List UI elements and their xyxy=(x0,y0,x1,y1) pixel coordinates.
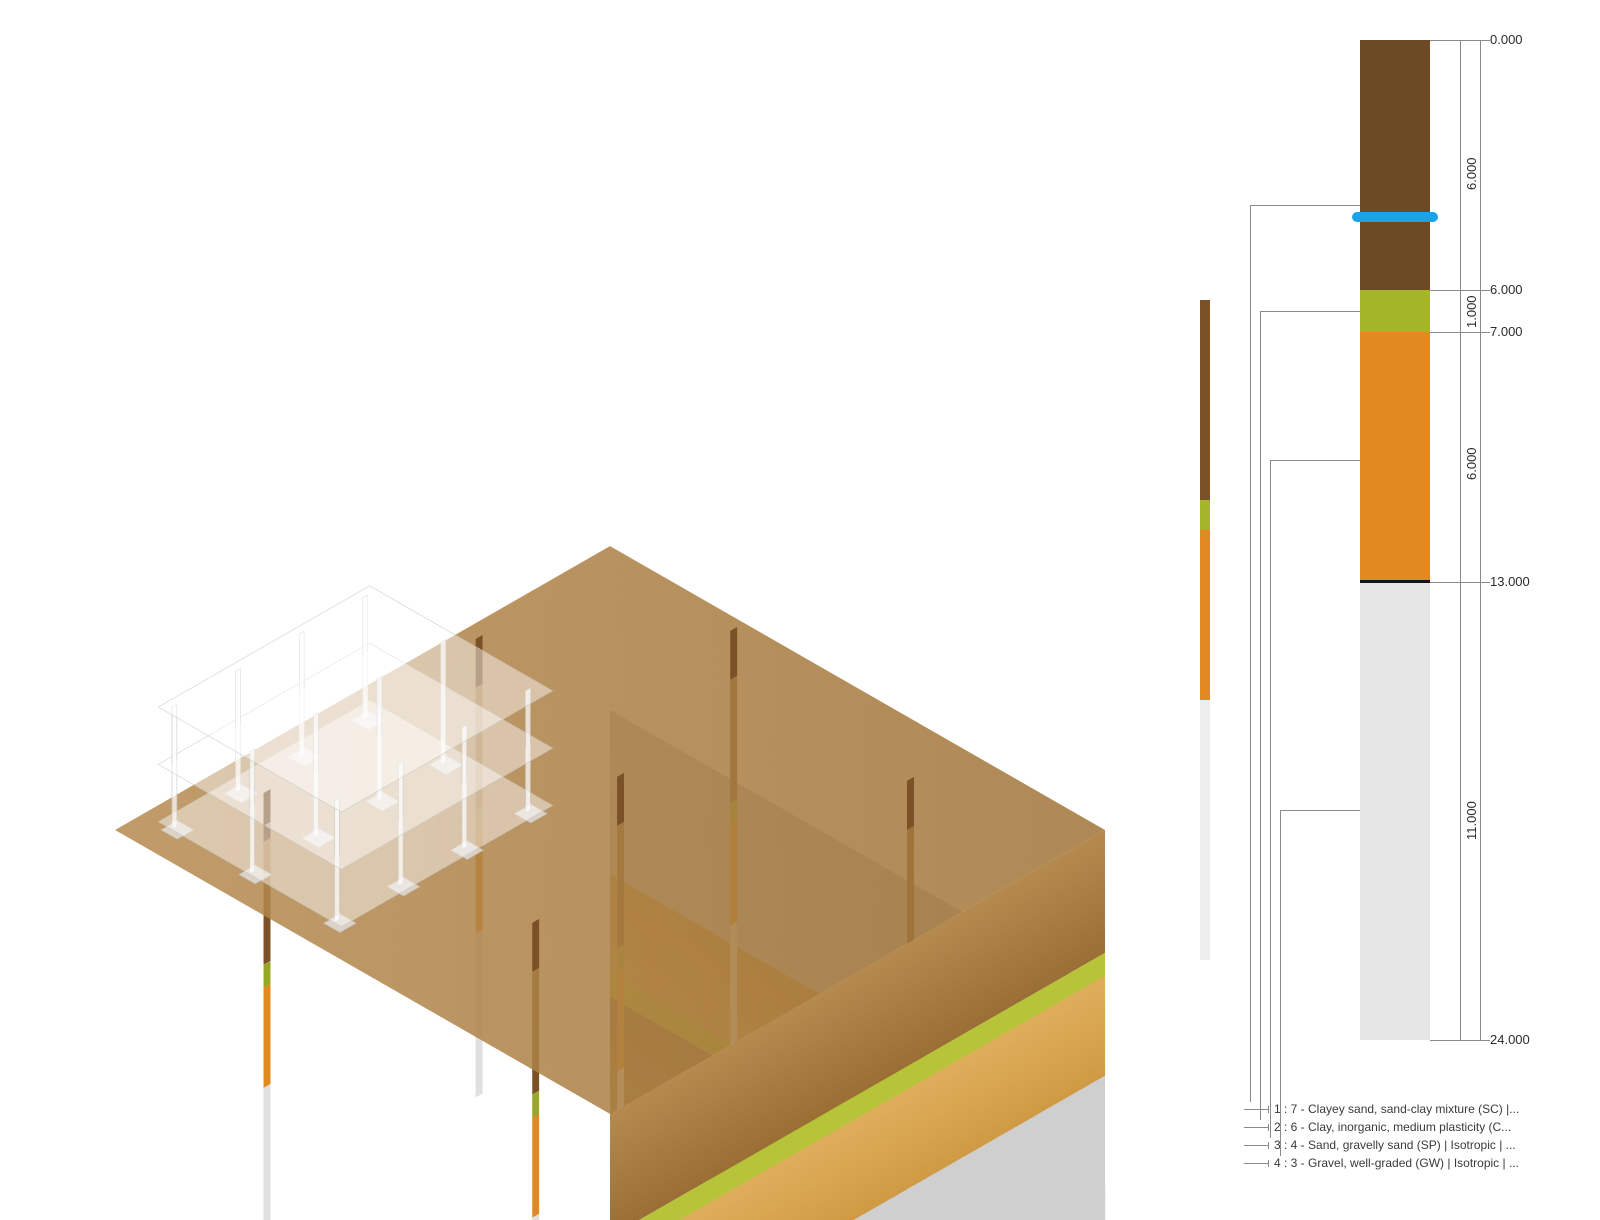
leader-line xyxy=(1260,311,1360,312)
legend-row-4: 4 : 3 - Gravel, well-graded (GW) | Isotr… xyxy=(1244,1154,1519,1172)
leader-line xyxy=(1280,810,1360,811)
building-model xyxy=(157,585,553,812)
legend-row-3: 3 : 4 - Sand, gravelly sand (SP) | Isotr… xyxy=(1244,1136,1519,1154)
thickness-label-2: 1.000 xyxy=(1464,295,1479,328)
leader-line xyxy=(1250,205,1251,1102)
profile-layer-4 xyxy=(1360,582,1430,1040)
depth-axis xyxy=(1480,40,1481,1040)
profile-layer-2 xyxy=(1360,290,1430,332)
legend-row-1: 1 : 7 - Clayey sand, sand-clay mixture (… xyxy=(1244,1100,1519,1118)
depth-label-0: 0.000 xyxy=(1490,32,1523,47)
leader-line xyxy=(1260,311,1261,1120)
depth-label-13: 13.000 xyxy=(1490,574,1530,589)
leader-line xyxy=(1270,460,1360,461)
legend-text: 2 : 6 - Clay, inorganic, medium plastici… xyxy=(1274,1120,1511,1134)
legend-text: 3 : 4 - Sand, gravelly sand (SP) | Isotr… xyxy=(1274,1138,1516,1152)
depth-tick xyxy=(1430,1040,1490,1041)
leader-line xyxy=(1270,460,1271,1138)
thickness-label-4: 11.000 xyxy=(1464,801,1479,840)
groundwater-marker-icon xyxy=(1352,212,1438,222)
reference-borehole xyxy=(1200,300,1210,960)
depth-label-24: 24.000 xyxy=(1490,1032,1530,1047)
thickness-axis xyxy=(1460,40,1461,1040)
soil-block xyxy=(115,546,1105,1114)
thickness-label-1: 6.000 xyxy=(1464,157,1479,190)
ref-bore-layer-4 xyxy=(1200,700,1210,960)
ref-bore-layer-1 xyxy=(1200,300,1210,500)
legend-key-icon xyxy=(1244,1127,1268,1128)
leader-line xyxy=(1250,205,1360,206)
thickness-label-3: 6.000 xyxy=(1464,447,1479,480)
legend-key-icon xyxy=(1244,1109,1268,1110)
profile-layer-1 xyxy=(1360,40,1430,290)
legend-key-icon xyxy=(1244,1145,1268,1146)
legend-key-icon xyxy=(1244,1163,1268,1164)
soil-profile-column xyxy=(1360,40,1430,1040)
legend-text: 4 : 3 - Gravel, well-graded (GW) | Isotr… xyxy=(1274,1156,1519,1170)
soil-profile-panel: 0.000 6.000 7.000 13.000 24.000 6.000 1.… xyxy=(1330,30,1590,1130)
ref-bore-layer-3 xyxy=(1200,530,1210,700)
depth-label-7: 7.000 xyxy=(1490,324,1523,339)
profile-layer-3 xyxy=(1360,332,1430,582)
isometric-soil-model xyxy=(0,0,1100,1200)
iso-scene xyxy=(50,120,1100,1220)
ref-bore-layer-2 xyxy=(1200,500,1210,530)
legend-row-2: 2 : 6 - Clay, inorganic, medium plastici… xyxy=(1244,1118,1519,1136)
legend-text: 1 : 7 - Clayey sand, sand-clay mixture (… xyxy=(1274,1102,1519,1116)
soil-legend: 1 : 7 - Clayey sand, sand-clay mixture (… xyxy=(1244,1100,1519,1172)
layer-separator xyxy=(1360,580,1430,583)
depth-label-6: 6.000 xyxy=(1490,282,1523,297)
